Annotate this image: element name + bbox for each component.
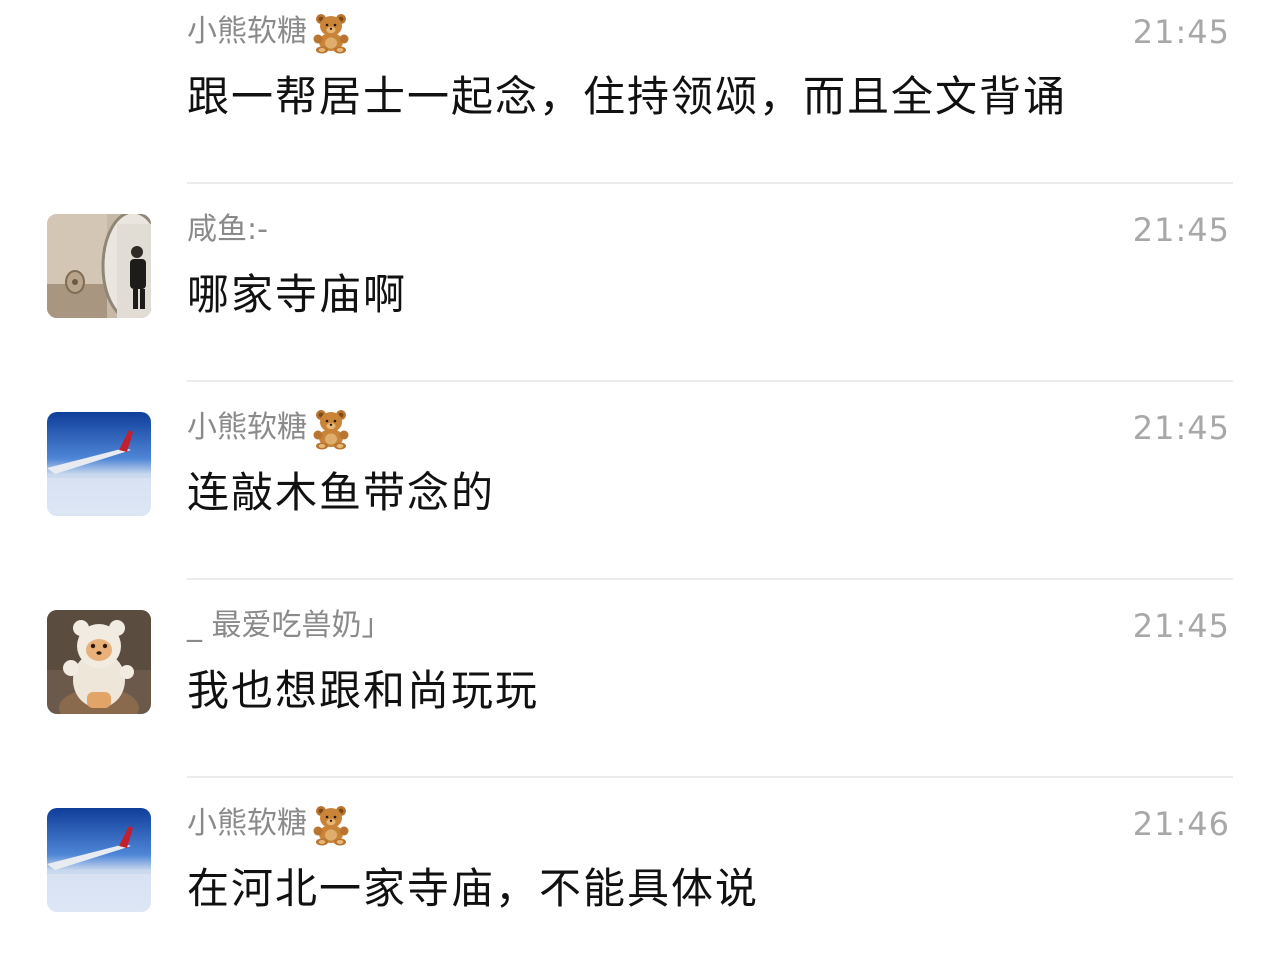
sender-name: 小熊软糖	[187, 408, 353, 450]
sender-name: 小熊软糖	[187, 804, 353, 846]
list-item[interactable]: 小熊软糖 21:46 在河北一家寺庙，不能具体说	[0, 778, 1280, 976]
avatar[interactable]	[47, 610, 151, 714]
message-time: 21:46	[1132, 805, 1230, 843]
sender-name-text: 小熊软糖	[187, 806, 307, 841]
list-item[interactable]: 咸鱼:- 21:45 哪家寺庙啊	[0, 184, 1280, 382]
sender-name-text: 小熊软糖	[187, 410, 307, 445]
message-text: 连敲木鱼带念的	[187, 468, 496, 517]
mirror-photo-avatar-icon	[47, 214, 151, 318]
teddy-bear-icon	[313, 410, 349, 450]
airplane-wing-avatar-icon	[47, 412, 151, 516]
list-item[interactable]: 小熊软糖 21:45 连敲木鱼带念的	[0, 382, 1280, 580]
sender-name-text: 小熊软糖	[187, 14, 307, 49]
sender-name: 小熊软糖	[187, 12, 353, 54]
sender-name: 咸鱼:-	[187, 210, 268, 250]
message-text: 哪家寺庙啊	[187, 270, 408, 319]
message-text: 在河北一家寺庙，不能具体说	[187, 864, 760, 913]
list-item[interactable]: 小熊软糖 21:45 跟一帮居士一起念，住持领颂，而且全文背诵	[0, 0, 1280, 184]
sender-name-text: _ 最爱吃兽奶」	[187, 608, 392, 643]
message-time: 21:45	[1132, 211, 1230, 249]
teddy-bear-icon	[313, 14, 349, 54]
teddy-bear-icon	[313, 806, 349, 846]
chat-message-list: 小熊软糖 21:45 跟一帮居士一起念，住持领颂，而且全文背诵 咸鱼:- 21:…	[0, 0, 1280, 947]
message-time: 21:45	[1132, 607, 1230, 645]
message-time: 21:45	[1132, 13, 1230, 51]
sender-name-text: 咸鱼:-	[187, 212, 268, 247]
avatar[interactable]	[47, 412, 151, 516]
list-item[interactable]: _ 最爱吃兽奶」 21:45 我也想跟和尚玩玩	[0, 580, 1280, 778]
avatar[interactable]	[47, 808, 151, 912]
airplane-wing-avatar-icon	[47, 808, 151, 912]
message-text: 我也想跟和尚玩玩	[187, 666, 540, 715]
avatar[interactable]	[47, 214, 151, 318]
message-time: 21:45	[1132, 409, 1230, 447]
sender-name: _ 最爱吃兽奶」	[187, 606, 392, 646]
cartoon-bear-avatar-icon	[47, 610, 151, 714]
message-text: 跟一帮居士一起念，住持领颂，而且全文背诵	[187, 72, 1068, 121]
